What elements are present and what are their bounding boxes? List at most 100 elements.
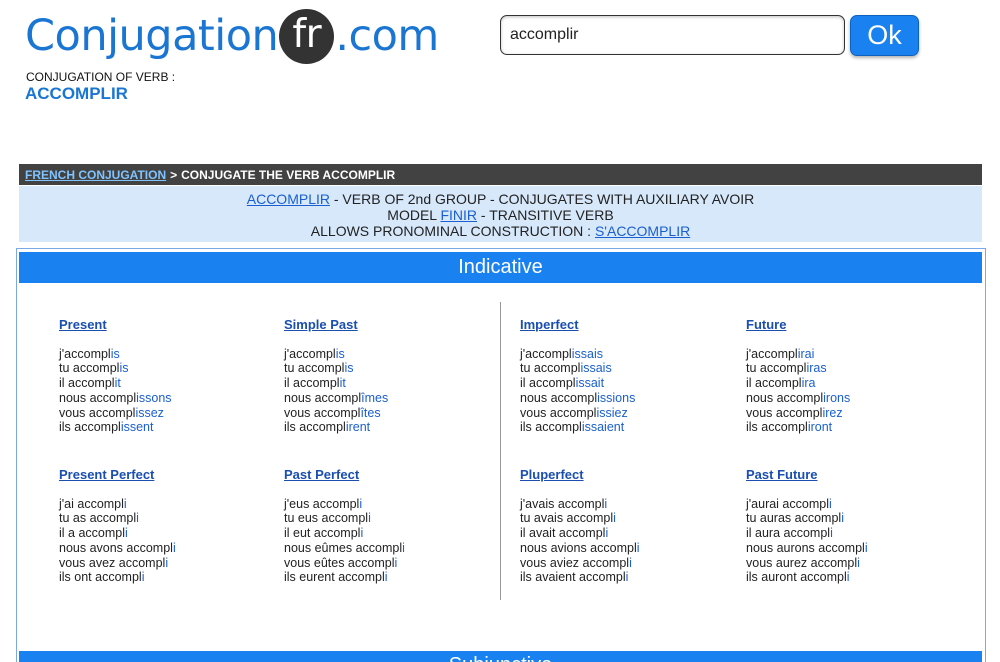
conjugation-row: j'aurai accompli	[746, 497, 868, 512]
conjugation-stem: il accompl	[59, 376, 115, 391]
conjugation-row: il accomplit	[284, 376, 388, 391]
tense-title-link[interactable]: Future	[746, 317, 850, 333]
conjugation-stem: j'ai accompl	[59, 496, 124, 511]
info-line-1: ACCOMPLIR - VERB OF 2nd GROUP - CONJUGAT…	[246, 191, 755, 207]
conjugation-ending: i	[841, 511, 844, 526]
search-input[interactable]: accomplir	[500, 15, 845, 55]
conjugation-row: vous avez accompli	[59, 556, 176, 571]
conjugation-ending: issons	[136, 390, 172, 405]
conjugation-stem: il accompl	[746, 376, 802, 391]
conjugation-row: il avait accompli	[520, 526, 640, 541]
conjugation-ending: i	[636, 540, 640, 555]
conjugation-ending: ira	[801, 376, 816, 391]
conjugation-stem: vous aurez accompl	[746, 555, 858, 570]
tense-title-link[interactable]: Past Perfect	[284, 467, 405, 483]
logo-text-conjugation: Conjugation	[25, 11, 279, 61]
conjugation-stem: il eut accompl	[284, 526, 361, 541]
breadcrumb-link-french-conjugation[interactable]: FRENCH CONJUGATION	[25, 168, 166, 182]
tense-title-link[interactable]: Pluperfect	[520, 467, 640, 483]
conjugation-ending: i	[141, 570, 145, 585]
conjugation-stem: il aura accompl	[746, 526, 831, 541]
conjugation-row: il a accompli	[59, 526, 176, 541]
conjugation-row: tu as accompli	[59, 511, 176, 526]
conjugation-stem: ils ont accompl	[59, 570, 142, 585]
model-link[interactable]: FINIR	[440, 207, 477, 223]
conjugation-stem: j'accompl	[520, 346, 572, 361]
conjugation-ending: irent	[345, 420, 371, 435]
tense-title-link[interactable]: Present	[59, 317, 172, 333]
conjugation-row: vous aviez accompli	[520, 556, 640, 571]
conjugation-ending: issais	[580, 361, 612, 376]
conjugation-ending: issaient	[581, 420, 625, 435]
conjugation-stem: il avait accompl	[520, 526, 606, 541]
conjugation-ending: i	[857, 555, 860, 570]
mode-title: Indicative	[19, 252, 982, 283]
conjugation-stem: j'accompl	[746, 346, 798, 361]
tense-title-link[interactable]: Past Future	[746, 467, 868, 483]
pronominal-link[interactable]: S'ACCOMPLIR	[595, 223, 690, 239]
conjugation-ending: issent	[120, 420, 154, 435]
logo-text-com: .com	[335, 11, 439, 61]
conjugation-ending: iras	[806, 361, 827, 376]
conjugation-stem: j'eus accompl	[284, 496, 360, 511]
conjugation-ending: i	[402, 540, 405, 555]
conjugation-ending: irez	[822, 405, 843, 420]
conjugation-stem: j'aurai accompl	[746, 496, 829, 511]
tense-title-link[interactable]: Simple Past	[284, 317, 388, 333]
site-logo[interactable]: Conjugation fr .com	[25, 8, 439, 64]
conjugation-ending: i	[625, 570, 629, 585]
conjugation-row: j'avais accompli	[520, 497, 640, 512]
verb-label: CONJUGATION OF VERB :	[26, 70, 176, 84]
breadcrumb-current: CONJUGATE THE VERB ACCOMPLIR	[181, 167, 396, 182]
conjugation-row: j'accomplis	[59, 347, 172, 362]
conjugation-ending: îtes	[360, 405, 381, 420]
conjugation-row: nous aurons accompli	[746, 541, 868, 556]
conjugation-ending: issiez	[596, 405, 628, 420]
conjugation-row: nous eûmes accompli	[284, 541, 405, 556]
conjugation-ending: i	[604, 496, 608, 511]
conjugation-ending: is	[344, 361, 354, 376]
conjugation-stem: vous avez accompl	[59, 555, 166, 570]
conjugation-ending: i	[605, 526, 609, 541]
conjugation-ending: i	[136, 511, 139, 526]
conjugation-ending: irai	[797, 346, 815, 361]
conjugation-stem: tu accompl	[520, 361, 581, 376]
tense-title-link[interactable]: Present Perfect	[59, 467, 176, 483]
conjugation-ending: i	[359, 496, 363, 511]
conjugation-row: ils auront accompli	[746, 570, 868, 585]
conjugation-ending: it	[339, 376, 346, 391]
ok-button[interactable]: Ok	[850, 15, 919, 56]
conjugation-ending: i	[125, 526, 128, 541]
tense-title-link[interactable]: Imperfect	[520, 317, 635, 333]
conjugation-ending: i	[368, 511, 371, 526]
conjugation-row: il eut accompli	[284, 526, 405, 541]
conjugation-ending: issez	[135, 405, 164, 420]
conjugation-stem: tu accompl	[59, 361, 120, 376]
logo-fr-badge: fr	[279, 8, 335, 64]
conjugation-row: il accomplissait	[520, 376, 635, 391]
conjugation-ending: i	[830, 526, 833, 541]
conjugation-stem: ils accompl	[284, 420, 346, 435]
tense-block: Present j'accomplis tu accomplis il accompl…	[59, 317, 172, 435]
conjugation-stem: il accompl	[284, 376, 340, 391]
conjugation-stem: il a accompl	[59, 526, 125, 541]
indicative-section	[16, 248, 986, 662]
conjugation-row: vous aurez accompli	[746, 556, 868, 571]
next-mode-title: Subjunctive	[19, 651, 982, 662]
conjugation-stem: tu auras accompl	[746, 511, 842, 526]
verb-link[interactable]: ACCOMPLIR	[247, 191, 330, 207]
tense-block: Past Perfect j'eus accompli tu eus accompl…	[284, 467, 405, 585]
conjugation-row: ils accompliront	[746, 420, 850, 435]
conjugation-ending: i	[360, 526, 364, 541]
conjugation-ending: i	[165, 555, 169, 570]
conjugation-ending: irons	[823, 390, 851, 405]
conjugation-row: il aura accompli	[746, 526, 868, 541]
conjugation-row: nous avions accompli	[520, 541, 640, 556]
conjugation-ending: i	[613, 511, 616, 526]
conjugation-stem: nous accompl	[59, 390, 137, 405]
conjugation-ending: i	[384, 570, 388, 585]
conjugation-row: ils avaient accompli	[520, 570, 640, 585]
tense-block: Simple Past j'accomplis tu accomplis il acc…	[284, 317, 388, 435]
conjugation-stem: j'avais accompl	[520, 496, 605, 511]
conjugation-row: j'accomplis	[284, 347, 388, 362]
